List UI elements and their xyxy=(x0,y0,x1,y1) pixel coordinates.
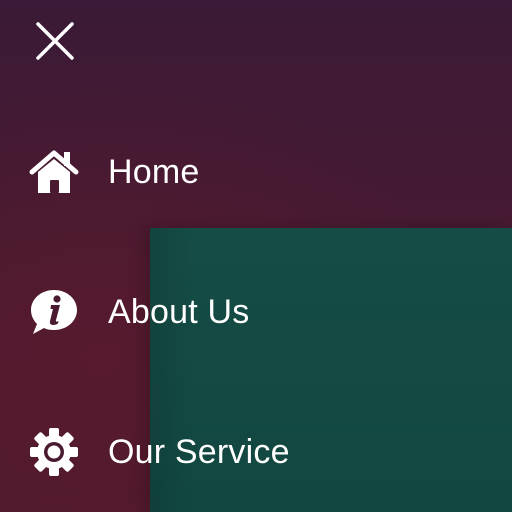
info-bubble-icon xyxy=(28,286,80,338)
menu-item-about-us[interactable]: About Us xyxy=(28,286,249,338)
home-icon xyxy=(28,146,80,198)
menu-item-home[interactable]: Home xyxy=(28,146,200,198)
menu-item-label: About Us xyxy=(108,292,250,331)
side-menu: Home About Us Our Service xyxy=(0,0,512,512)
gear-icon xyxy=(28,426,80,478)
menu-item-our-service[interactable]: Our Service xyxy=(28,426,290,478)
menu-item-label: Home xyxy=(108,152,200,191)
menu-item-label: Our Service xyxy=(108,432,290,471)
